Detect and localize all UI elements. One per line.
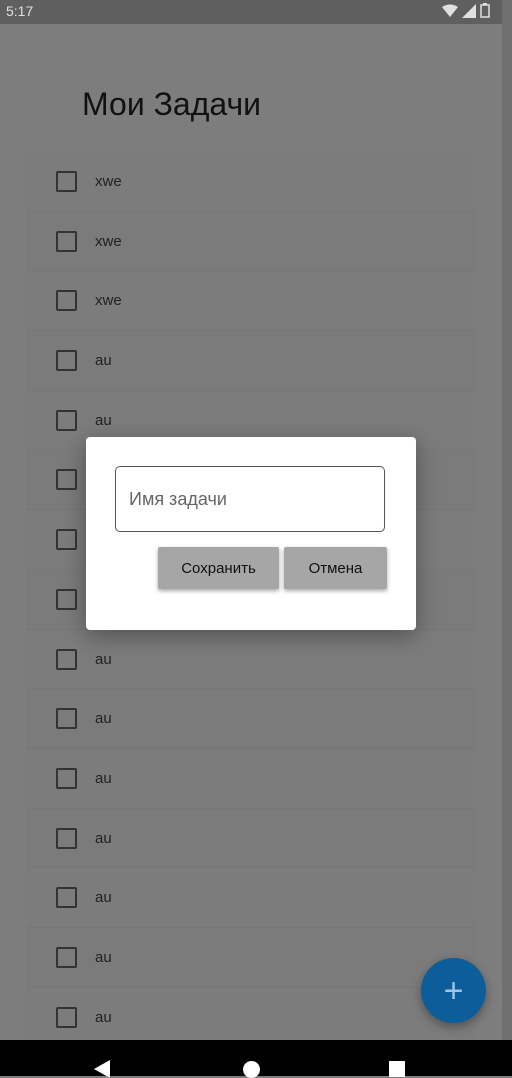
task-checkbox[interactable] <box>56 708 77 730</box>
task-label: au <box>95 948 112 966</box>
plus-icon: + <box>443 971 464 1010</box>
back-icon[interactable] <box>94 1060 110 1078</box>
cancel-button[interactable]: Отмена <box>284 547 387 589</box>
task-item[interactable]: au <box>26 808 476 869</box>
right-edge-shadow <box>502 0 512 1040</box>
task-checkbox[interactable] <box>56 350 77 372</box>
task-checkbox[interactable] <box>56 469 77 491</box>
task-checkbox[interactable] <box>56 648 77 670</box>
task-label: au <box>95 650 112 668</box>
task-checkbox[interactable] <box>56 767 77 789</box>
task-label: au <box>95 710 112 728</box>
task-checkbox[interactable] <box>56 827 77 849</box>
task-item[interactable]: xwe <box>26 271 476 332</box>
task-label: au <box>95 769 112 787</box>
add-task-dialog: Сохранить Отмена <box>86 437 416 630</box>
task-checkbox[interactable] <box>56 290 77 312</box>
status-icons <box>442 3 490 18</box>
status-time: 5:17 <box>6 3 34 19</box>
task-item[interactable]: au <box>26 689 476 749</box>
wifi-icon <box>442 4 458 17</box>
task-label: xwe <box>95 292 122 310</box>
navigation-bar <box>0 1040 512 1078</box>
battery-icon <box>480 3 490 18</box>
task-item[interactable]: xwe <box>26 211 476 272</box>
save-button[interactable]: Сохранить <box>158 547 279 589</box>
task-item[interactable]: au <box>26 927 476 988</box>
home-icon[interactable] <box>243 1061 260 1078</box>
task-checkbox[interactable] <box>56 946 77 968</box>
task-checkbox[interactable] <box>56 1006 77 1028</box>
task-item[interactable]: xwe <box>26 152 476 212</box>
recents-icon[interactable] <box>389 1061 405 1077</box>
task-label: xwe <box>95 232 122 250</box>
page-title: Мои Задачи <box>82 86 262 122</box>
task-name-input[interactable] <box>115 466 385 532</box>
task-item[interactable]: au <box>26 629 476 690</box>
task-item[interactable]: au <box>26 748 476 809</box>
task-checkbox[interactable] <box>56 230 77 252</box>
task-checkbox[interactable] <box>56 529 77 551</box>
task-checkbox[interactable] <box>56 171 77 192</box>
task-checkbox[interactable] <box>56 887 77 909</box>
task-item[interactable]: au <box>26 987 476 1048</box>
task-label: xwe <box>95 173 122 190</box>
signal-icon <box>462 3 476 18</box>
task-label: au <box>95 1008 112 1026</box>
task-label: au <box>95 352 112 370</box>
task-item[interactable]: au <box>26 331 476 391</box>
task-label: au <box>95 829 112 847</box>
task-checkbox[interactable] <box>56 409 77 431</box>
task-label: au <box>95 889 112 907</box>
task-label: au <box>95 411 112 429</box>
add-task-fab[interactable]: + <box>421 958 486 1023</box>
status-bar: 5:17 <box>0 0 502 24</box>
task-item[interactable]: au <box>26 868 476 928</box>
task-checkbox[interactable] <box>56 588 77 610</box>
